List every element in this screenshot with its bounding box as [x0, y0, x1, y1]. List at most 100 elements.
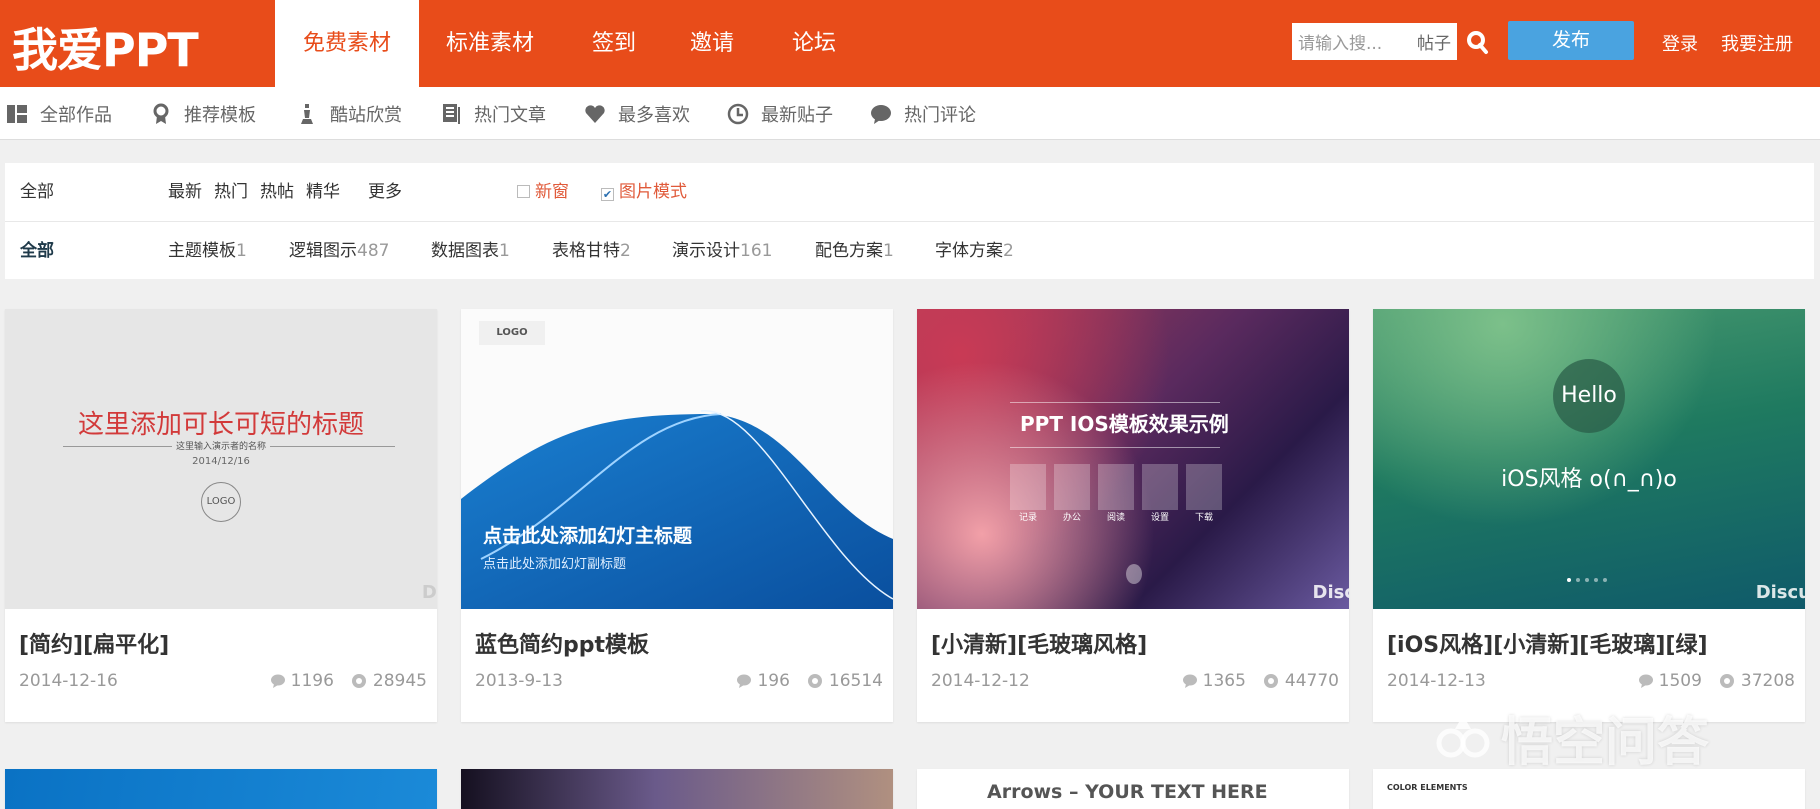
- thumb-logo: LOGO: [201, 482, 241, 522]
- image-mode-label: 图片模式: [619, 182, 687, 202]
- category-count: 1: [883, 241, 894, 261]
- subnav-cool-sites[interactable]: 酷站欣赏: [296, 87, 402, 140]
- template-card[interactable]: COLOR ELEMENTS: [1373, 769, 1805, 809]
- category-item[interactable]: 数据图表1: [431, 222, 510, 280]
- checkbox-checked[interactable]: ✔: [601, 188, 614, 201]
- card-title[interactable]: [小清新][毛玻璃风格]: [931, 627, 1147, 659]
- comment-count: 1365: [1182, 671, 1246, 691]
- category-item[interactable]: 演示设计161: [672, 222, 772, 280]
- grid-icon: [7, 104, 27, 123]
- document-icon: [443, 103, 460, 124]
- thumb-app-tile: 下载: [1186, 464, 1222, 523]
- card-thumbnail[interactable]: LOGO 点击此处添加幻灯主标题 点击此处添加幻灯副标题: [461, 309, 893, 609]
- site-logo[interactable]: 我爱PPT: [12, 14, 199, 80]
- sort-hot[interactable]: 热门: [214, 163, 248, 221]
- subnav-label: 酷站欣赏: [330, 104, 402, 126]
- thumb-hello-badge: Hello: [1553, 359, 1625, 433]
- category-item[interactable]: 配色方案1: [815, 222, 894, 280]
- login-link[interactable]: 登录: [1662, 30, 1698, 56]
- template-card[interactable]: Hello iOS风格 o(∩_∩)o Discu [iOS风格][小清新][毛…: [1373, 309, 1805, 722]
- sort-featured[interactable]: 精华: [306, 163, 340, 221]
- comment-count: 196: [736, 671, 790, 691]
- category-name: 数据图表: [431, 241, 499, 261]
- search-scope-select[interactable]: 帖子: [1417, 29, 1451, 54]
- template-card[interactable]: LOGO 点击此处添加幻灯主标题 点击此处添加幻灯副标题 蓝色简约ppt模板 2…: [461, 309, 893, 722]
- wukong-logo-icon: [1436, 714, 1490, 757]
- card-date: 2014-12-12: [931, 671, 1030, 691]
- publish-button[interactable]: 发布: [1508, 21, 1634, 60]
- heart-icon: [585, 104, 605, 123]
- thumb-title: 这里添加可长可短的标题: [77, 410, 364, 440]
- sort-latest[interactable]: 最新: [168, 163, 202, 221]
- comment-icon: [270, 674, 285, 688]
- nav-tab-standard-materials[interactable]: 标准素材: [430, 0, 550, 87]
- category-name: 逻辑图示: [289, 241, 357, 261]
- nav-tab-free-materials[interactable]: 免费素材: [275, 0, 419, 87]
- card-thumbnail[interactable]: PPT IOS模板效果示例 记录 办公 阅读 设置 下载 Disc: [917, 309, 1349, 609]
- category-item[interactable]: 字体方案2: [935, 222, 1014, 280]
- view-count: 28945: [350, 671, 427, 691]
- card-thumbnail[interactable]: Hello iOS风格 o(∩_∩)o Discu: [1373, 309, 1805, 609]
- subnav-label: 推荐模板: [184, 104, 256, 126]
- template-card[interactable]: [5, 769, 437, 809]
- subnav-latest-posts[interactable]: 最新贴子: [727, 87, 833, 140]
- search-placeholder: 请输入搜...: [1298, 34, 1383, 54]
- subnav-label: 最多喜欢: [618, 104, 690, 126]
- subnav-most-liked[interactable]: 最多喜欢: [584, 87, 690, 140]
- new-window-label: 新窗: [535, 182, 569, 202]
- template-card[interactable]: Arrows – YOUR TEXT HERE: [917, 769, 1349, 809]
- subnav-recommended[interactable]: 推荐模板: [150, 87, 256, 140]
- nav-tab-checkin[interactable]: 签到: [574, 0, 654, 87]
- nav-tab-forum[interactable]: 论坛: [774, 0, 854, 87]
- template-card[interactable]: PPT IOS模板效果示例 记录 办公 阅读 设置 下载 Disc [小清新][…: [917, 309, 1349, 722]
- thumb-watermark: Di: [421, 582, 437, 603]
- card-title[interactable]: [简约][扁平化]: [19, 627, 169, 659]
- new-window-checkbox[interactable]: 新窗: [517, 163, 569, 221]
- subnav-hot-comments[interactable]: 热门评论: [870, 87, 976, 140]
- view-count: 16514: [806, 671, 883, 691]
- category-all[interactable]: 全部: [20, 222, 54, 280]
- filter-all[interactable]: 全部: [20, 163, 54, 221]
- thumb-app-tile: 记录: [1010, 464, 1046, 523]
- category-item[interactable]: 逻辑图示487: [289, 222, 389, 280]
- checkbox-unchecked[interactable]: [517, 185, 530, 198]
- card-title[interactable]: 蓝色简约ppt模板: [475, 627, 649, 659]
- subnav-all-works[interactable]: 全部作品: [6, 87, 112, 140]
- image-mode-checkbox[interactable]: ✔ 图片模式: [601, 163, 687, 221]
- search-input[interactable]: 请输入搜... 帖子: [1292, 23, 1457, 60]
- subnav-label: 热门评论: [904, 104, 976, 126]
- chess-icon: [301, 103, 313, 124]
- subnav-label: 最新贴子: [761, 104, 833, 126]
- view-count: 44770: [1262, 671, 1339, 691]
- register-link[interactable]: 我要注册: [1721, 30, 1793, 56]
- thumb-title: iOS风格 o(∩_∩)o: [1501, 467, 1677, 492]
- sort-more[interactable]: 更多: [368, 163, 402, 221]
- thumb-title: Arrows – YOUR TEXT HERE: [987, 781, 1268, 803]
- nav-tab-invite[interactable]: 邀请: [672, 0, 752, 87]
- wukong-watermark: 悟空问答: [1435, 700, 1709, 775]
- thumb-app-tile: 设置: [1142, 464, 1178, 523]
- search-icon[interactable]: [1466, 30, 1490, 56]
- category-item[interactable]: 表格甘特2: [552, 222, 631, 280]
- card-date: 2014-12-16: [19, 671, 118, 691]
- card-title[interactable]: [iOS风格][小清新][毛玻璃][绿]: [1387, 627, 1708, 659]
- top-header: 我爱PPT 免费素材 标准素材 签到 邀请 论坛 请输入搜... 帖子 发布 登…: [0, 0, 1820, 87]
- comment-icon: [871, 104, 891, 124]
- template-card[interactable]: 这里添加可长可短的标题 这里输入演示者的名称 2014/12/16 LOGO D…: [5, 309, 437, 722]
- filter-panel: 全部 最新 热门 热帖 精华 更多 新窗 ✔ 图片模式 全部 主题模板1 逻辑图示…: [5, 163, 1814, 279]
- comment-count: 1509: [1638, 671, 1702, 691]
- sort-hot-posts[interactable]: 热帖: [260, 163, 294, 221]
- comment-icon: [1182, 674, 1197, 688]
- award-icon: [153, 103, 169, 124]
- subnav-label: 热门文章: [474, 104, 546, 126]
- view-count: 37208: [1718, 671, 1795, 691]
- category-item[interactable]: 主题模板1: [168, 222, 247, 280]
- subnav-hot-articles[interactable]: 热门文章: [440, 87, 546, 140]
- thumb-title: 点击此处添加幻灯主标题: [483, 525, 693, 547]
- thumb-app-tile: 办公: [1054, 464, 1090, 523]
- category-count: 2: [1003, 241, 1014, 261]
- thumb-line: [1010, 447, 1220, 448]
- template-card[interactable]: [461, 769, 893, 809]
- thumb-watermark: Discu: [1755, 582, 1805, 603]
- card-thumbnail[interactable]: 这里添加可长可短的标题 这里输入演示者的名称 2014/12/16 LOGO D…: [5, 309, 437, 609]
